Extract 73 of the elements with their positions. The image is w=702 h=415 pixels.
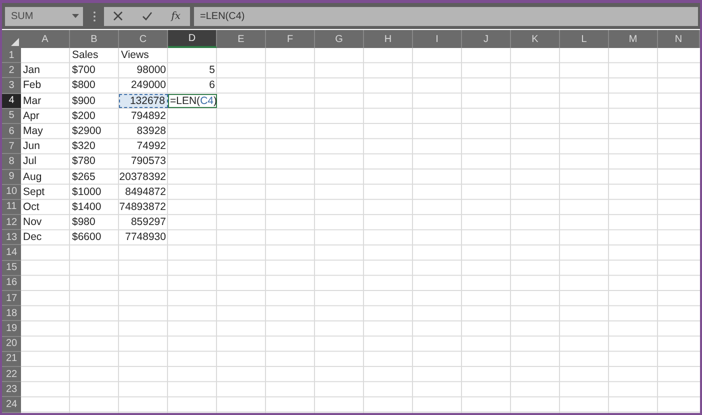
table-cell-text: Feb <box>22 78 42 93</box>
row-header[interactable]: 6 <box>2 124 21 140</box>
row-header[interactable]: 23 <box>2 382 21 398</box>
table-cell-text: $700 <box>71 63 96 78</box>
select-all-icon[interactable] <box>11 38 19 46</box>
table-cell-text: 74992 <box>136 139 167 154</box>
row-header[interactable]: 18 <box>2 306 21 322</box>
row-header[interactable]: 12 <box>2 215 21 230</box>
table-cell-text: $265 <box>71 170 96 184</box>
row-header[interactable]: 3 <box>2 78 21 94</box>
table-cell-text: 7748930 <box>124 230 167 244</box>
formula-bar[interactable]: =LEN(C4) <box>194 6 698 26</box>
table-cell-text: Jul <box>22 154 38 168</box>
table-cell-text: $1400 <box>71 200 102 214</box>
row-header[interactable]: 16 <box>2 276 21 291</box>
check-icon[interactable] <box>142 11 152 21</box>
table-cell-text: $1000 <box>71 184 102 199</box>
table-cell-text: Nov <box>22 215 43 230</box>
table-cell-text: $980 <box>71 215 96 230</box>
row-header[interactable]: 17 <box>2 291 21 306</box>
insert-function-button[interactable]: fx <box>167 8 185 24</box>
row-header[interactable]: 5 <box>2 108 21 124</box>
table-cell-text: $800 <box>71 78 96 93</box>
table-cell-text: $320 <box>71 139 96 154</box>
table-cell-text: Jan <box>22 63 41 78</box>
table-cell-text: Mar <box>22 94 42 108</box>
row-header[interactable]: 19 <box>2 321 21 337</box>
table-cell-text: $6600 <box>71 230 102 244</box>
drag-handle-icon[interactable] <box>93 10 96 22</box>
table-cell-text: $780 <box>71 154 96 168</box>
table-cell-text: 249000 <box>130 78 167 93</box>
row-header[interactable]: 2 <box>2 63 21 78</box>
table-cell-text: Aug <box>22 170 43 184</box>
table-cell-text: May <box>22 124 44 138</box>
row-header[interactable]: 13 <box>2 230 21 246</box>
table-cell-text: 794892 <box>130 108 167 123</box>
close-icon[interactable] <box>113 11 124 21</box>
row-header[interactable]: 14 <box>2 245 21 261</box>
referenced-cell: 132678 <box>119 94 168 108</box>
row-header[interactable]: 7 <box>2 139 21 154</box>
table-cell-text: $900 <box>71 94 96 108</box>
table-cell-text: $200 <box>71 108 96 123</box>
table-cell-text: 74893872 <box>119 200 167 214</box>
row-header[interactable]: 8 <box>2 154 21 170</box>
row-header[interactable]: 24 <box>2 397 21 412</box>
table-cell-text: Sept <box>22 184 46 199</box>
table-cell-text: Apr <box>22 108 40 123</box>
table-cell-text: Sales <box>71 48 100 62</box>
row-header[interactable]: 4 <box>2 94 21 109</box>
row-header[interactable]: 1 <box>2 48 21 64</box>
name-box[interactable]: SUM <box>5 6 83 26</box>
table-cell-text: Oct <box>22 200 40 214</box>
table-cell-text: 6 <box>208 78 216 93</box>
table-cell-text: 83928 <box>136 124 167 138</box>
row-header[interactable]: 9 <box>2 170 21 185</box>
row-header[interactable]: 11 <box>2 200 21 216</box>
table-cell-text: 790573 <box>130 154 167 168</box>
row-header[interactable]: 20 <box>2 336 21 352</box>
row-header[interactable]: 10 <box>2 184 21 200</box>
table-cell-text: 8494872 <box>124 184 167 199</box>
table-cell-text: Dec <box>22 230 43 244</box>
row-header[interactable]: 21 <box>2 352 21 367</box>
table-cell-text: 5 <box>208 63 216 78</box>
row-header[interactable]: 22 <box>2 366 21 382</box>
table-cell-text: 20378392 <box>119 170 167 184</box>
row-header[interactable]: 15 <box>2 260 21 276</box>
caret-icon[interactable] <box>72 14 79 18</box>
table-cell-text: Views <box>120 48 150 62</box>
table-cell-text: 98000 <box>136 63 167 78</box>
table-cell-text: 859297 <box>130 215 167 230</box>
table-cell-text: $2900 <box>71 124 102 138</box>
column-header[interactable]: D <box>168 30 217 48</box>
table-cell-text: Jun <box>22 139 41 154</box>
